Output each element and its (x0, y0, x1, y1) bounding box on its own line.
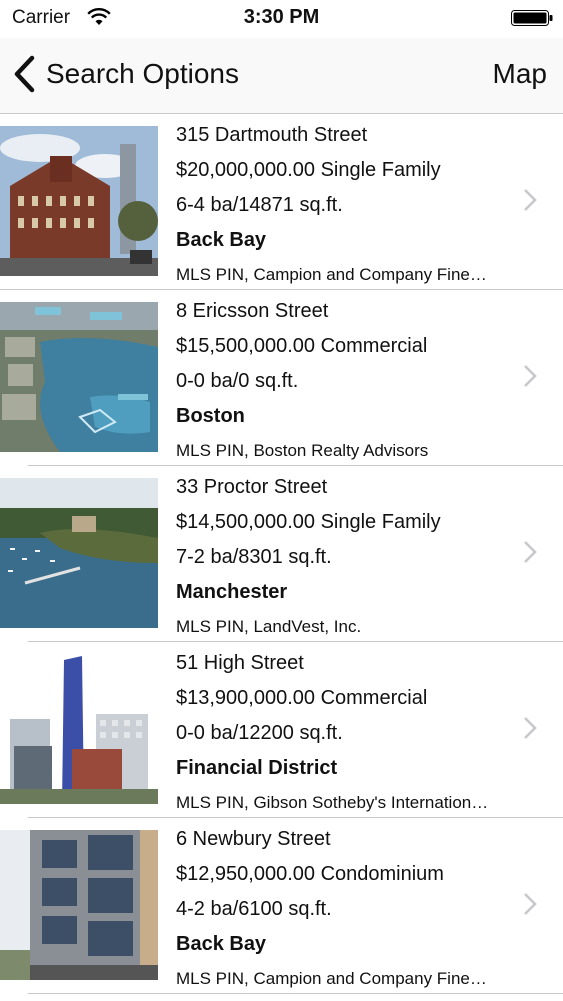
listing-price-type: $15,500,000.00 Commercial (176, 335, 428, 357)
back-button[interactable]: Search Options (12, 52, 239, 96)
status-bar: Carrier 3:30 PM (0, 0, 563, 38)
listing-photo (0, 302, 158, 452)
listing-neighborhood: Financial District (176, 757, 338, 779)
clock: 3:30 PM (243, 6, 320, 28)
listing-row[interactable]: 51 High Street $13,900,000.00 Commercial… (0, 642, 563, 818)
listing-address: 33 Proctor Street (176, 476, 328, 498)
chevron-right-icon (524, 541, 537, 563)
listing-price-type: $20,000,000.00 Single Family (176, 159, 441, 181)
listing-row[interactable]: 8 Ericsson Street $15,500,000.00 Commerc… (0, 290, 563, 466)
listing-details: 7-2 ba/8301 sq.ft. (176, 546, 332, 568)
listing-address: 51 High Street (176, 652, 304, 674)
navigation-bar: Search Options Map (0, 38, 563, 114)
listing-photo (0, 126, 158, 276)
listing-photo (0, 478, 158, 628)
chevron-right-icon (524, 893, 537, 915)
chevron-right-icon (524, 717, 537, 739)
listing-neighborhood: Back Bay (176, 933, 267, 955)
listing-row[interactable]: 6 Newbury Street $12,950,000.00 Condomin… (0, 818, 563, 994)
row-separator (28, 993, 563, 994)
listing-row[interactable]: 33 Proctor Street $14,500,000.00 Single … (0, 466, 563, 642)
map-button[interactable]: Map (493, 58, 547, 90)
listing-details: 0-0 ba/12200 sq.ft. (176, 722, 343, 744)
battery-icon (511, 10, 553, 26)
listing-details: 4-2 ba/6100 sq.ft. (176, 898, 332, 920)
listing-price-type: $13,900,000.00 Commercial (176, 687, 428, 709)
chevron-right-icon (524, 189, 537, 211)
listing-photo (0, 654, 158, 804)
listing-address: 6 Newbury Street (176, 828, 331, 850)
listing-details: 0-0 ba/0 sq.ft. (176, 370, 299, 392)
listing-price-type: $12,950,000.00 Condominium (176, 863, 444, 885)
listing-list: 315 Dartmouth Street $20,000,000.00 Sing… (0, 114, 563, 994)
back-button-label: Search Options (46, 58, 239, 89)
listing-neighborhood: Back Bay (176, 229, 267, 251)
listing-neighborhood: Boston (176, 405, 245, 427)
listing-details: 6-4 ba/14871 sq.ft. (176, 194, 343, 216)
listing-address: 315 Dartmouth Street (176, 124, 368, 146)
listing-address: 8 Ericsson Street (176, 300, 329, 322)
listing-broker: MLS PIN, Campion and Company Fine… (176, 969, 487, 988)
listing-price-type: $14,500,000.00 Single Family (176, 511, 441, 533)
chevron-left-icon (14, 55, 35, 93)
listing-neighborhood: Manchester (176, 581, 288, 603)
chevron-right-icon (524, 365, 537, 387)
listing-photo (0, 830, 158, 980)
listing-row[interactable]: 315 Dartmouth Street $20,000,000.00 Sing… (0, 114, 563, 290)
